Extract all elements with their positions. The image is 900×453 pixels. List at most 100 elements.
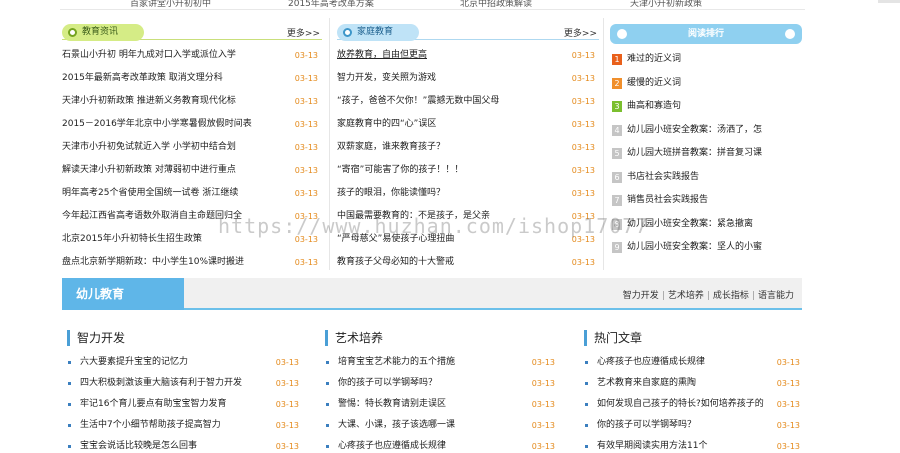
- list-item[interactable]: 中国最需要教育的：不是孩子，是父亲 03-13: [337, 205, 599, 228]
- list-item-title[interactable]: 你的孩子可以学钢琴吗？: [338, 378, 437, 388]
- list-item-title[interactable]: 大课、小课，孩子该选哪一课: [338, 420, 455, 430]
- list-item[interactable]: 你的孩子可以学钢琴吗？ 03-13: [325, 373, 555, 394]
- list-item-title[interactable]: 北京2015年小升初特长生招生政策: [62, 228, 202, 251]
- list-item[interactable]: 放养教育，自由但更高 03-13: [337, 44, 599, 67]
- list-item-title[interactable]: 盘点北京新学期新政：中小学生10%课时搬进: [62, 251, 244, 274]
- list-item[interactable]: 六大要素提升宝宝的记忆力 03-13: [67, 352, 299, 373]
- ranking-item-title[interactable]: 难过的近义词: [627, 54, 681, 64]
- list-item[interactable]: 智力开发，变关照为游戏 03-13: [337, 67, 599, 90]
- list-item[interactable]: 教育孩子父母必知的十大警戒 03-13: [337, 251, 599, 274]
- list-item-title[interactable]: 智力开发，变关照为游戏: [337, 67, 436, 90]
- list-item-title[interactable]: 心疼孩子也应遵循成长规律: [338, 441, 446, 451]
- list-item[interactable]: 天津小升初新政策 推进新义务教育现代化标 03-13: [62, 90, 322, 113]
- list-item[interactable]: 生活中7个小细节帮助孩子提高智力 03-13: [67, 415, 299, 436]
- list-item-title[interactable]: 牢记16个育儿要点有助宝宝智力发育: [80, 399, 226, 409]
- list-item[interactable]: 明年高考25个省使用全国统一试卷 浙江继续 03-13: [62, 182, 322, 205]
- list-item[interactable]: 天津市小升初免试就近入学 小学初中结合划 03-13: [62, 136, 322, 159]
- list-item-title[interactable]: 生活中7个小细节帮助孩子提高智力: [80, 420, 221, 430]
- ranking-item[interactable]: 4 幼儿园小班安全教案：汤洒了，怎: [610, 119, 802, 143]
- band-nav-link[interactable]: 智力开发: [623, 291, 659, 301]
- list-item[interactable]: 孩子的眼泪，你能读懂吗？ 03-13: [337, 182, 599, 205]
- list-item[interactable]: 培育宝宝艺术能力的五个措施 03-13: [325, 352, 555, 373]
- list-item-title[interactable]: 放养教育，自由但更高: [337, 44, 427, 67]
- list-item[interactable]: 今年起江西省高考语数外取消自主命题回归全 03-13: [62, 205, 322, 228]
- subsection-title[interactable]: 艺术培养: [325, 330, 555, 346]
- list-item-title[interactable]: 如何发现自己孩子的特长?如何培养孩子的: [597, 399, 764, 409]
- list-item-title[interactable]: 明年高考25个省使用全国统一试卷 浙江继续: [62, 182, 238, 205]
- ranking-item-title[interactable]: 销售员社会实践报告: [627, 195, 708, 205]
- list-item[interactable]: 解读天津小升初新政策 对薄弱初中进行重点 03-13: [62, 159, 322, 182]
- list-item[interactable]: 家庭教育中的四“心”误区 03-13: [337, 113, 599, 136]
- ranking-item-title[interactable]: 书店社会实践报告: [627, 172, 699, 182]
- ranking-item-title[interactable]: 幼儿园小班安全教案：坚人的小蜜: [627, 242, 762, 252]
- list-item-title[interactable]: “寄宿”可能害了你的孩子！！！: [337, 159, 463, 182]
- list-item[interactable]: 四大积极刺激该重大脑该有利于智力开发 03-13: [67, 373, 299, 394]
- list-item-title[interactable]: 双薪家庭，谁来教育孩子？: [337, 136, 445, 159]
- list-item-title[interactable]: 艺术教育来自家庭的熏陶: [597, 378, 696, 388]
- list-item-title[interactable]: 警惕：特长教育请别走误区: [338, 399, 446, 409]
- list-item-title[interactable]: “孩子，爸爸不欠你！”震撼无数中国父母: [337, 90, 499, 113]
- list-item-title[interactable]: 孩子的眼泪，你能读懂吗？: [337, 182, 445, 205]
- ranking-item[interactable]: 1 难过的近义词: [610, 48, 802, 72]
- ranking-item[interactable]: 8 幼儿园小班安全教案：紧急撤离: [610, 213, 802, 237]
- list-item-title[interactable]: 家庭教育中的四“心”误区: [337, 113, 436, 136]
- ranking-item-title[interactable]: 幼儿园小班安全教案：紧急撤离: [627, 219, 753, 229]
- list-item[interactable]: 宝宝会说话比较晚是怎么回事 03-13: [67, 436, 299, 453]
- list-item[interactable]: “孩子，爸爸不欠你！”震撼无数中国父母 03-13: [337, 90, 599, 113]
- list-item[interactable]: 大课、小课，孩子该选哪一课 03-13: [325, 415, 555, 436]
- list-item-title[interactable]: 心疼孩子也应遵循成长规律: [597, 357, 705, 367]
- list-item-title[interactable]: “严母慈父”易使孩子心理扭曲: [337, 228, 454, 251]
- list-item-title[interactable]: 解读天津小升初新政策 对薄弱初中进行重点: [62, 159, 236, 182]
- news-panel-tab[interactable]: 教育资讯: [62, 24, 145, 41]
- list-item-title[interactable]: 中国最需要教育的：不是孩子，是父亲: [337, 205, 490, 228]
- top-strip-link[interactable]: 北京中招政策解读: [460, 0, 532, 9]
- list-item-title[interactable]: 天津市小升初免试就近入学 小学初中结合划: [62, 136, 236, 159]
- list-item-title[interactable]: 四大积极刺激该重大脑该有利于智力开发: [80, 378, 242, 388]
- list-item[interactable]: 警惕：特长教育请别走误区 03-13: [325, 394, 555, 415]
- ranking-item[interactable]: 9 幼儿园小班安全教案：坚人的小蜜: [610, 236, 802, 260]
- list-item[interactable]: 如何发现自己孩子的特长?如何培养孩子的 03-13: [584, 394, 800, 415]
- list-item[interactable]: 双薪家庭，谁来教育孩子？ 03-13: [337, 136, 599, 159]
- list-item-title[interactable]: 2015－2016学年北京中小学寒暑假放假时间表: [62, 113, 252, 136]
- list-item[interactable]: 心疼孩子也应遵循成长规律 03-13: [584, 352, 800, 373]
- top-strip-link[interactable]: 2015年高考改革方案: [288, 0, 374, 9]
- ranking-item-title[interactable]: 缓慢的近义词: [627, 78, 681, 88]
- list-item-title[interactable]: 你的孩子可以学钢琴吗？: [597, 420, 696, 430]
- ranking-item[interactable]: 5 幼儿园大班拼音教案：拼音复习课: [610, 142, 802, 166]
- ranking-item[interactable]: 2 缓慢的近义词: [610, 72, 802, 96]
- list-item-title[interactable]: 宝宝会说话比较晚是怎么回事: [80, 441, 197, 451]
- ranking-item-title[interactable]: 幼儿园大班拼音教案：拼音复习课: [627, 148, 762, 158]
- list-item-title[interactable]: 石景山小升初 明年九成对口入学或派位入学: [62, 44, 236, 67]
- list-item[interactable]: 牢记16个育儿要点有助宝宝智力发育 03-13: [67, 394, 299, 415]
- band-nav-link[interactable]: 语言能力: [758, 291, 794, 301]
- list-item-title[interactable]: 2015年最新高考改革政策 取消文理分科: [62, 67, 223, 90]
- list-item-title[interactable]: 培育宝宝艺术能力的五个措施: [338, 357, 455, 367]
- list-item[interactable]: 石景山小升初 明年九成对口入学或派位入学 03-13: [62, 44, 322, 67]
- list-item[interactable]: 心疼孩子也应遵循成长规律 03-13: [325, 436, 555, 453]
- subsection-title[interactable]: 热门文章: [584, 330, 800, 346]
- list-item-title[interactable]: 六大要素提升宝宝的记忆力: [80, 357, 188, 367]
- list-item[interactable]: 盘点北京新学期新政：中小学生10%课时搬进 03-13: [62, 251, 322, 274]
- list-item[interactable]: 你的孩子可以学钢琴吗？ 03-13: [584, 415, 800, 436]
- subsection-title[interactable]: 智力开发: [67, 330, 299, 346]
- list-item-title[interactable]: 有效早期阅读实用方法11个: [597, 441, 707, 451]
- list-item[interactable]: 艺术教育来自家庭的熏陶 03-13: [584, 373, 800, 394]
- list-item[interactable]: “严母慈父”易使孩子心理扭曲 03-13: [337, 228, 599, 251]
- family-more-link[interactable]: 更多>>: [564, 26, 597, 39]
- family-panel-tab[interactable]: 家庭教育: [337, 24, 420, 41]
- list-item[interactable]: 2015年最新高考改革政策 取消文理分科 03-13: [62, 67, 322, 90]
- band-nav-link[interactable]: 艺术培养: [668, 291, 704, 301]
- list-item[interactable]: 北京2015年小升初特长生招生政策 03-13: [62, 228, 322, 251]
- ranking-item[interactable]: 7 销售员社会实践报告: [610, 189, 802, 213]
- band-nav-link[interactable]: 成长指标: [713, 291, 749, 301]
- ranking-item[interactable]: 3 曲高和寡造句: [610, 95, 802, 119]
- list-item[interactable]: 有效早期阅读实用方法11个 03-13: [584, 436, 800, 453]
- top-strip-link[interactable]: 天津小升初新政策: [630, 0, 702, 9]
- list-item[interactable]: “寄宿”可能害了你的孩子！！！ 03-13: [337, 159, 599, 182]
- list-item-title[interactable]: 今年起江西省高考语数外取消自主命题回归全: [62, 205, 242, 228]
- ranking-item[interactable]: 6 书店社会实践报告: [610, 166, 802, 190]
- ranking-item-title[interactable]: 幼儿园小班安全教案：汤洒了，怎: [627, 125, 762, 135]
- list-item[interactable]: 2015－2016学年北京中小学寒暑假放假时间表 03-13: [62, 113, 322, 136]
- top-strip-link[interactable]: 百家讲堂小升初初中: [130, 0, 211, 9]
- list-item-title[interactable]: 天津小升初新政策 推进新义务教育现代化标: [62, 90, 236, 113]
